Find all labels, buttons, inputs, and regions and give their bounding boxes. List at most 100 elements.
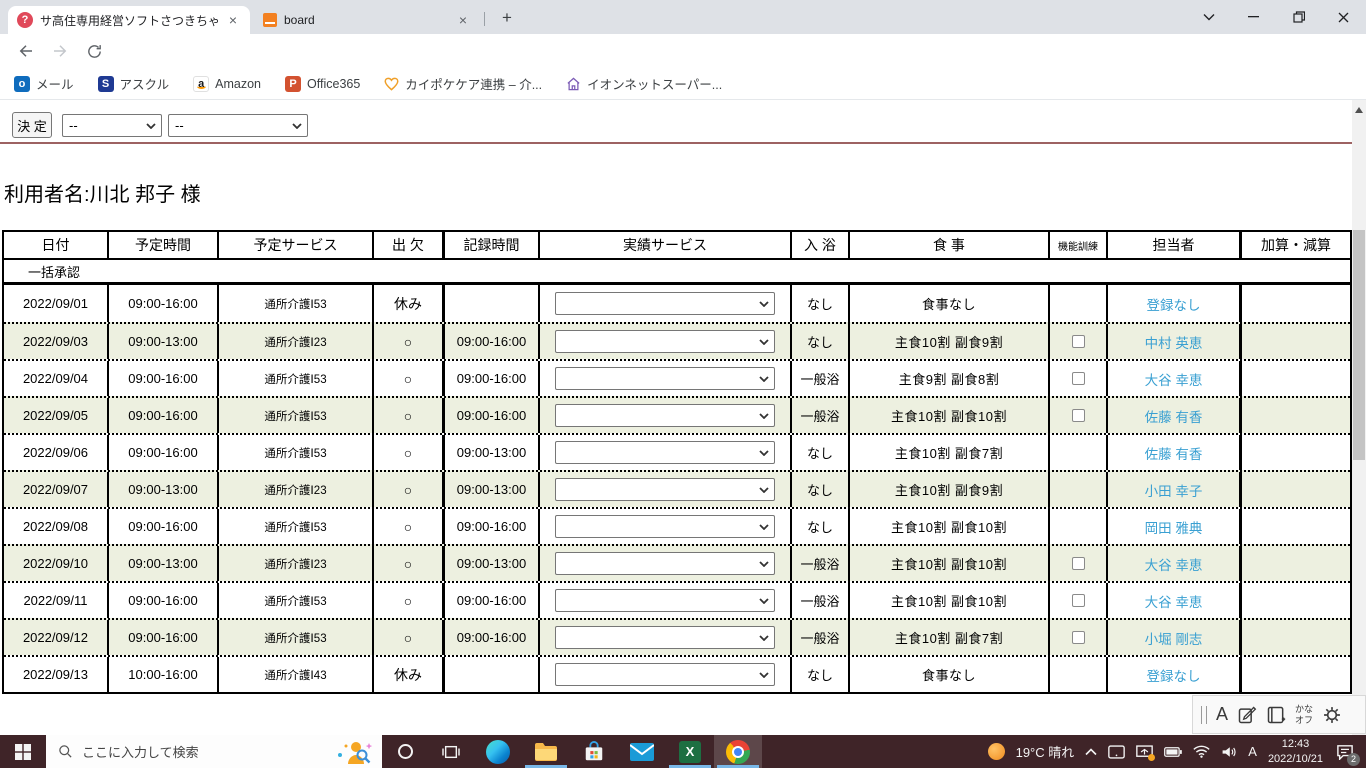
bookmark-office365[interactable]: P Office365 (285, 75, 360, 92)
bookmark-askul[interactable]: S アスクル (97, 74, 169, 93)
back-icon[interactable] (14, 39, 38, 63)
clock[interactable]: 12:43 2022/10/21 (1268, 737, 1323, 766)
actual-service-select[interactable] (555, 589, 775, 612)
table-row: 2022/09/11 09:00-16:00 通所介護Ⅰ53 ○ 09:00-1… (4, 581, 1350, 618)
actual-service-select[interactable] (555, 663, 775, 686)
taskbar-mail[interactable] (618, 735, 666, 768)
cell-date: 2022/09/01 (4, 285, 109, 322)
cell-staff: 登録なし (1108, 657, 1242, 692)
actual-service-select[interactable] (555, 330, 775, 353)
training-checkbox[interactable] (1071, 557, 1085, 570)
training-checkbox[interactable] (1071, 631, 1085, 644)
staff-link[interactable]: 小田 幸子 (1145, 480, 1203, 500)
staff-link[interactable]: 佐藤 有香 (1145, 406, 1203, 426)
minimize-button[interactable] (1231, 0, 1276, 34)
bookmark-kaipoke[interactable]: カイポケケア連携 – 介... (384, 74, 542, 93)
weather-text[interactable]: 19°C 晴れ (1016, 742, 1075, 761)
ime-kana-toggle[interactable]: かな オフ (1295, 704, 1313, 725)
staff-link[interactable]: 大谷 幸恵 (1145, 369, 1203, 389)
taskbar-excel[interactable]: X (666, 735, 714, 768)
cell-addition-subtraction (1242, 435, 1350, 470)
staff-link[interactable]: 佐藤 有香 (1145, 443, 1203, 463)
tab-search-chevron-icon[interactable] (1186, 0, 1231, 34)
training-checkbox[interactable] (1071, 372, 1085, 385)
decide-button[interactable]: 決 定 (12, 112, 52, 138)
cell-attendance: ○ (374, 361, 445, 396)
filter-select-1[interactable]: -- (62, 114, 162, 137)
actual-service-select[interactable] (555, 626, 775, 649)
ime-dictionary-icon[interactable] (1266, 705, 1286, 725)
tab-board[interactable]: board × (254, 6, 480, 34)
actual-service-select[interactable] (555, 441, 775, 464)
volume-icon[interactable] (1221, 745, 1237, 759)
taskbar-edge[interactable] (474, 735, 522, 768)
ime-drag-handle[interactable] (1201, 705, 1207, 724)
page-content: 決 定 -- -- 利用者名:川北 邦子 様 日付 予定時間 予定サービス出 欠記録… (0, 100, 1366, 735)
battery-icon[interactable] (1164, 746, 1183, 757)
cast-display-icon[interactable] (1136, 744, 1156, 761)
close-window-button[interactable] (1321, 0, 1366, 34)
cell-date: 2022/09/08 (4, 509, 109, 544)
bookmark-mail[interactable]: o メール (14, 74, 74, 93)
new-tab-button[interactable]: + (496, 7, 518, 29)
kana-label: かな (1295, 704, 1314, 715)
actual-service-select[interactable] (555, 292, 775, 315)
task-view-button[interactable] (428, 735, 474, 768)
cell-attendance: ○ (374, 398, 445, 433)
actual-service-select[interactable] (555, 404, 775, 427)
staff-link[interactable]: 岡田 雅典 (1145, 517, 1203, 537)
cell-training (1050, 472, 1108, 507)
actual-service-select[interactable] (555, 367, 775, 390)
table-row: 2022/09/03 09:00-13:00 通所介護Ⅰ23 ○ 09:00-1… (4, 322, 1350, 359)
ime-mode-indicator[interactable]: A (1248, 744, 1257, 759)
cell-attendance: ○ (374, 546, 445, 581)
bookmark-aeon[interactable]: イオンネットスーパー... (566, 74, 722, 93)
tab-close-icon[interactable]: × (455, 12, 471, 28)
cell-attendance: ○ (374, 435, 445, 470)
wifi-icon[interactable] (1193, 745, 1210, 758)
taskbar-search-box[interactable]: ここに入力して検索 (46, 735, 382, 768)
action-center-button[interactable]: 2 (1334, 741, 1360, 766)
ime-input-mode-button[interactable]: A (1216, 704, 1228, 725)
page-scrollbar[interactable] (1352, 100, 1366, 735)
actual-service-select[interactable] (555, 515, 775, 538)
staff-link[interactable]: 大谷 幸恵 (1145, 591, 1203, 611)
staff-link[interactable]: 小堀 剛志 (1145, 628, 1203, 648)
staff-link[interactable]: 登録なし (1147, 665, 1201, 685)
restore-button[interactable] (1276, 0, 1321, 34)
tab-close-icon[interactable]: × (225, 12, 241, 28)
scroll-up-arrow-icon[interactable] (1355, 107, 1363, 113)
forward-icon[interactable] (48, 39, 72, 63)
actual-service-select[interactable] (555, 552, 775, 575)
training-checkbox[interactable] (1071, 409, 1085, 422)
cortana-button[interactable] (382, 735, 428, 768)
tablet-mode-icon[interactable] (1108, 744, 1126, 759)
start-button[interactable] (0, 735, 46, 768)
tray-expand-chevron-icon[interactable] (1085, 747, 1097, 756)
satsuki-favicon-icon: ? (17, 12, 33, 28)
cell-plan-service: 通所介護Ⅰ53 (219, 620, 374, 655)
bookmark-amazon[interactable]: a Amazon (193, 75, 261, 92)
ime-pen-tool-icon[interactable] (1237, 705, 1257, 725)
training-checkbox[interactable] (1071, 594, 1085, 607)
cell-addition-subtraction (1242, 324, 1350, 359)
search-highlight-art (334, 739, 374, 764)
scrollbar-thumb[interactable] (1353, 230, 1365, 460)
training-checkbox[interactable] (1071, 335, 1085, 348)
table-row: 2022/09/12 09:00-16:00 通所介護Ⅰ53 ○ 09:00-1… (4, 618, 1350, 655)
reload-icon[interactable] (82, 39, 106, 63)
staff-link[interactable]: 大谷 幸恵 (1145, 554, 1203, 574)
edge-icon (486, 739, 510, 764)
taskbar-file-explorer[interactable] (522, 735, 570, 768)
tab-satsuki[interactable]: ? サ高住専用経営ソフトさつきちゃん × (8, 6, 250, 34)
taskbar-store[interactable] (570, 735, 618, 768)
actual-service-select[interactable] (555, 478, 775, 501)
taskbar-chrome[interactable] (714, 735, 762, 768)
weather-sun-icon[interactable] (987, 743, 1005, 760)
ime-settings-gear-icon[interactable] (1322, 705, 1342, 725)
filter-select-2[interactable]: -- (168, 114, 308, 137)
cell-training (1050, 285, 1108, 322)
staff-link[interactable]: 登録なし (1147, 294, 1201, 314)
bulk-approve-row[interactable]: 一括承認 (4, 260, 1350, 285)
staff-link[interactable]: 中村 英恵 (1145, 332, 1203, 352)
